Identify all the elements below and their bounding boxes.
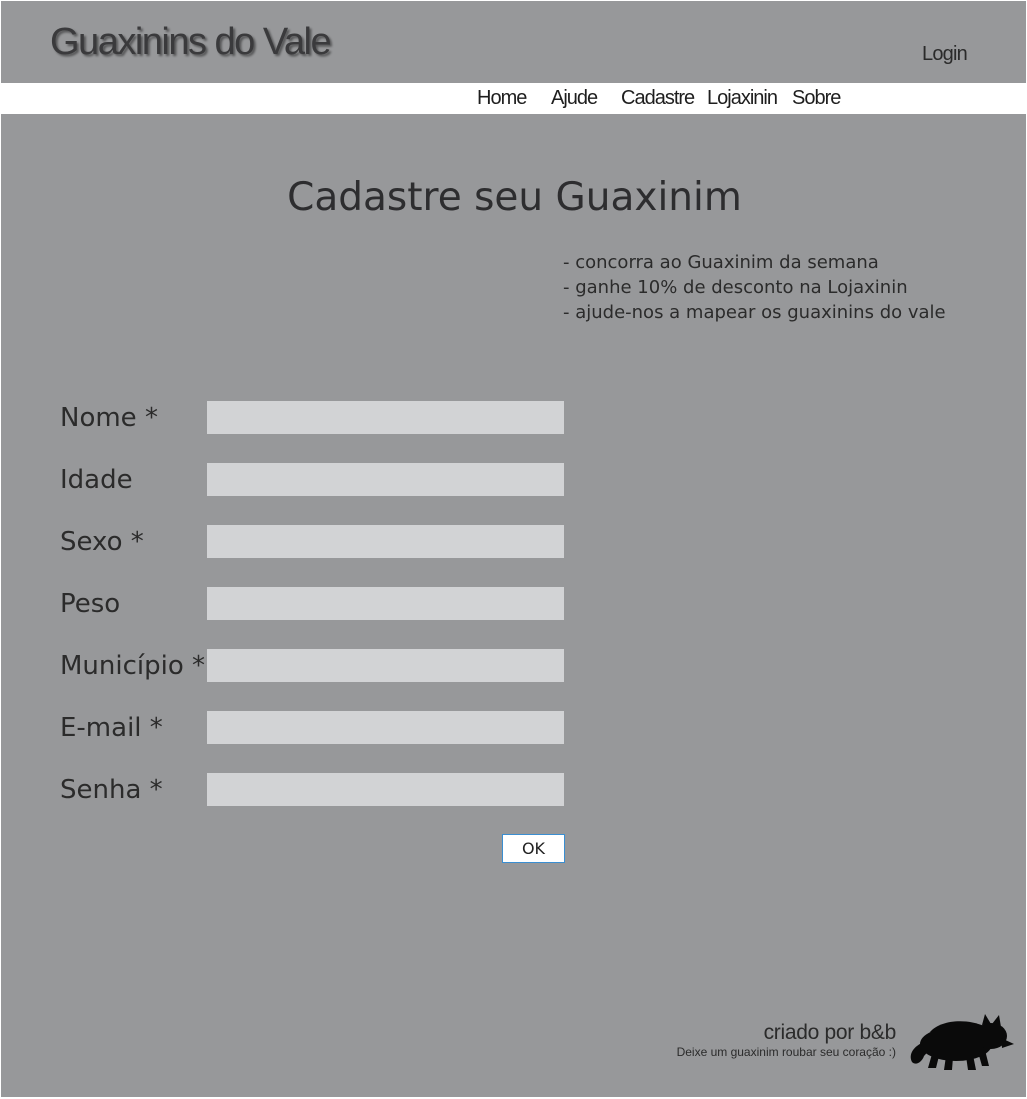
form-row-peso: Peso — [60, 587, 570, 621]
form-row-sexo: Sexo * — [60, 525, 570, 559]
senha-label: Senha * — [60, 775, 163, 805]
login-link[interactable]: Login — [922, 43, 968, 66]
nome-label: Nome * — [60, 403, 158, 433]
nav-item-cadastre[interactable]: Cadastre — [621, 87, 695, 110]
sexo-input[interactable] — [207, 525, 564, 558]
page-heading: Cadastre seu Guaxinim — [287, 175, 742, 220]
peso-input[interactable] — [207, 587, 564, 620]
benefit-item: - ganhe 10% de desconto na Lojaxinin — [563, 277, 908, 298]
peso-label: Peso — [60, 589, 121, 619]
municipio-label: Município * — [60, 651, 206, 681]
idade-label: Idade — [60, 465, 133, 495]
municipio-input[interactable] — [207, 649, 564, 682]
page: Guaxinins do Vale Login Home Ajude Cadas… — [1, 1, 1026, 1097]
form-row-municipio: Município * — [60, 649, 570, 683]
ok-button[interactable]: OK — [502, 834, 565, 863]
nome-input[interactable] — [207, 401, 564, 434]
benefit-item: - ajude-nos a mapear os guaxinins do val… — [563, 302, 946, 323]
nav-item-ajude[interactable]: Ajude — [551, 87, 598, 110]
form-row-nome: Nome * — [60, 401, 570, 435]
nav-item-sobre[interactable]: Sobre — [792, 87, 841, 110]
raccoon-silhouette-icon — [910, 1014, 1014, 1070]
credit-tagline: Deixe um guaxinim roubar seu coração :) — [676, 1045, 896, 1059]
site-title[interactable]: Guaxinins do Vale — [50, 21, 332, 64]
nav-item-lojaxinin[interactable]: Lojaxinin — [707, 87, 778, 110]
form-row-email: E-mail * — [60, 711, 570, 745]
form-row-senha: Senha * — [60, 773, 570, 807]
idade-input[interactable] — [207, 463, 564, 496]
form-row-idade: Idade — [60, 463, 570, 497]
email-input[interactable] — [207, 711, 564, 744]
credit-title: criado por b&b — [763, 1021, 897, 1044]
nav-bar: Home Ajude Cadastre Lojaxinin Sobre — [1, 83, 1026, 114]
footer-credit: criado por b&b Deixe um guaxinim roubar … — [676, 1021, 897, 1059]
email-label: E-mail * — [60, 713, 163, 743]
benefits-list: - concorra ao Guaxinim da semana - ganhe… — [563, 250, 946, 325]
senha-input[interactable] — [207, 773, 564, 806]
nav-item-home[interactable]: Home — [477, 87, 527, 110]
benefit-item: - concorra ao Guaxinim da semana — [563, 252, 879, 273]
sexo-label: Sexo * — [60, 527, 144, 557]
